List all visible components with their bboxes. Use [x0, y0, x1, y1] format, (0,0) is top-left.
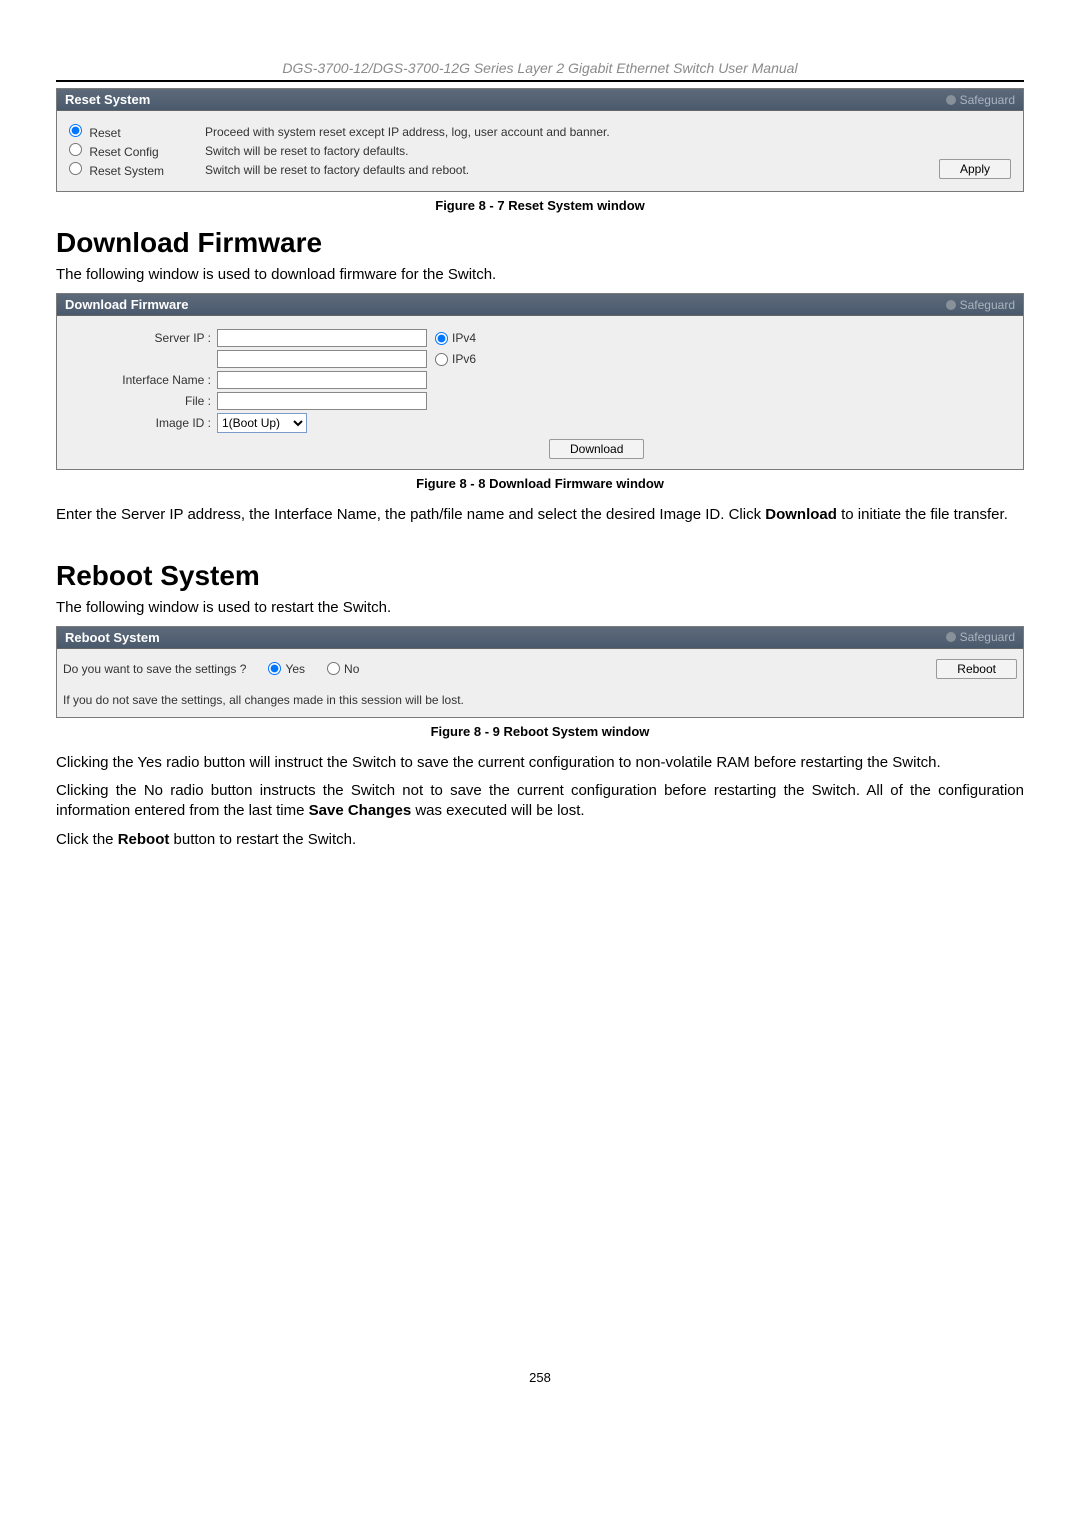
save-no-radio[interactable] [327, 662, 340, 675]
reset-radio[interactable] [69, 124, 82, 137]
panel-title: Reset System [65, 92, 150, 107]
reset-radio-label: Reset Config [89, 145, 158, 159]
reset-option-row: Reset Proceed with system reset except I… [69, 124, 939, 140]
download-desc-text-b: to initiate the file transfer. [837, 506, 1008, 523]
save-yes-radio[interactable] [268, 662, 281, 675]
reset-radio-label: Reset System [89, 164, 164, 178]
reset-option-row: Reset System Switch will be reset to fac… [69, 162, 939, 178]
server-ip-input[interactable] [217, 329, 427, 347]
panel-title: Download Firmware [65, 297, 189, 312]
panel-title: Reboot System [65, 630, 160, 645]
interface-input[interactable] [217, 371, 427, 389]
reboot-intro: The following window is used to restart … [56, 598, 1024, 618]
reboot-question-row: Do you want to save the settings ? Yes N… [63, 662, 359, 676]
server-ip-row: Server IP : IPv4 [69, 329, 1011, 347]
divider [56, 80, 1024, 82]
download-button[interactable]: Download [549, 439, 644, 459]
interface-label: Interface Name : [69, 373, 217, 387]
manual-header: DGS-3700-12/DGS-3700-12G Series Layer 2 … [56, 60, 1024, 76]
figure-caption-9: Figure 8 - 9 Reboot System window [56, 724, 1024, 739]
reboot-button[interactable]: Reboot [936, 659, 1017, 679]
download-desc-text-a: Enter the Server IP address, the Interfa… [56, 506, 765, 523]
reboot-panel-body: Do you want to save the settings ? Yes N… [57, 649, 1023, 717]
reset-panel-body: Reset Proceed with system reset except I… [57, 111, 1023, 191]
reboot-p3b: button to restart the Switch. [169, 831, 356, 848]
download-bold: Download [765, 506, 837, 523]
reboot-p3: Click the Reboot button to restart the S… [56, 830, 1024, 850]
figure-caption-7: Figure 8 - 7 Reset System window [56, 198, 1024, 213]
image-id-row: Image ID : 1(Boot Up) [69, 413, 1011, 433]
apply-button[interactable]: Apply [939, 159, 1011, 179]
download-firmware-heading: Download Firmware [56, 227, 1024, 259]
download-panel-body: Server IP : IPv4 IPv6 Interface Name : F… [57, 316, 1023, 469]
file-label: File : [69, 394, 217, 408]
figure-caption-8: Figure 8 - 8 Download Firmware window [56, 476, 1024, 491]
download-desc: Enter the Server IP address, the Interfa… [56, 505, 1024, 525]
reboot-p1: Clicking the Yes radio button will instr… [56, 753, 1024, 773]
interface-row: Interface Name : [69, 371, 1011, 389]
reboot-system-panel: Reboot System Safeguard Do you want to s… [56, 626, 1024, 718]
safeguard-badge: Safeguard [946, 298, 1015, 312]
server-ip-input-v6[interactable] [217, 350, 427, 368]
panel-header: Reset System Safeguard [57, 89, 1023, 111]
reset-config-radio[interactable] [69, 143, 82, 156]
reboot-p3a: Click the [56, 831, 118, 848]
reboot-system-heading: Reboot System [56, 560, 1024, 592]
save-yes-label: Yes [285, 662, 305, 676]
save-changes-bold: Save Changes [309, 802, 412, 819]
reset-desc: Switch will be reset to factory defaults… [205, 144, 939, 158]
download-intro: The following window is used to download… [56, 265, 1024, 285]
page-number: 258 [56, 1370, 1024, 1385]
panel-header: Reboot System Safeguard [57, 627, 1023, 649]
file-row: File : [69, 392, 1011, 410]
safeguard-badge: Safeguard [946, 93, 1015, 107]
file-input[interactable] [217, 392, 427, 410]
reset-radio-label: Reset [89, 126, 120, 140]
reset-system-panel: Reset System Safeguard Reset Proceed wit… [56, 88, 1024, 192]
reboot-question-text: Do you want to save the settings ? [63, 662, 246, 676]
reboot-p2: Clicking the No radio button instructs t… [56, 781, 1024, 822]
reset-option-row: Reset Config Switch will be reset to fac… [69, 143, 939, 159]
image-id-label: Image ID : [69, 416, 217, 430]
ipv4-label: IPv4 [452, 331, 476, 345]
reset-desc: Proceed with system reset except IP addr… [205, 125, 939, 139]
download-firmware-panel: Download Firmware Safeguard Server IP : … [56, 293, 1024, 470]
ipv6-label: IPv6 [452, 352, 476, 366]
ipv4-radio[interactable] [435, 332, 448, 345]
image-id-select[interactable]: 1(Boot Up) [217, 413, 307, 433]
safeguard-badge: Safeguard [946, 630, 1015, 644]
reset-system-radio[interactable] [69, 162, 82, 175]
ipv6-radio[interactable] [435, 353, 448, 366]
server-ip-row2: IPv6 [69, 350, 1011, 368]
reboot-bold: Reboot [118, 831, 170, 848]
reset-desc: Switch will be reset to factory defaults… [205, 163, 939, 177]
reboot-warning: If you do not save the settings, all cha… [63, 693, 1017, 707]
reboot-p2b: was executed will be lost. [411, 802, 584, 819]
panel-header: Download Firmware Safeguard [57, 294, 1023, 316]
server-ip-label: Server IP : [69, 331, 217, 345]
save-no-label: No [344, 662, 359, 676]
